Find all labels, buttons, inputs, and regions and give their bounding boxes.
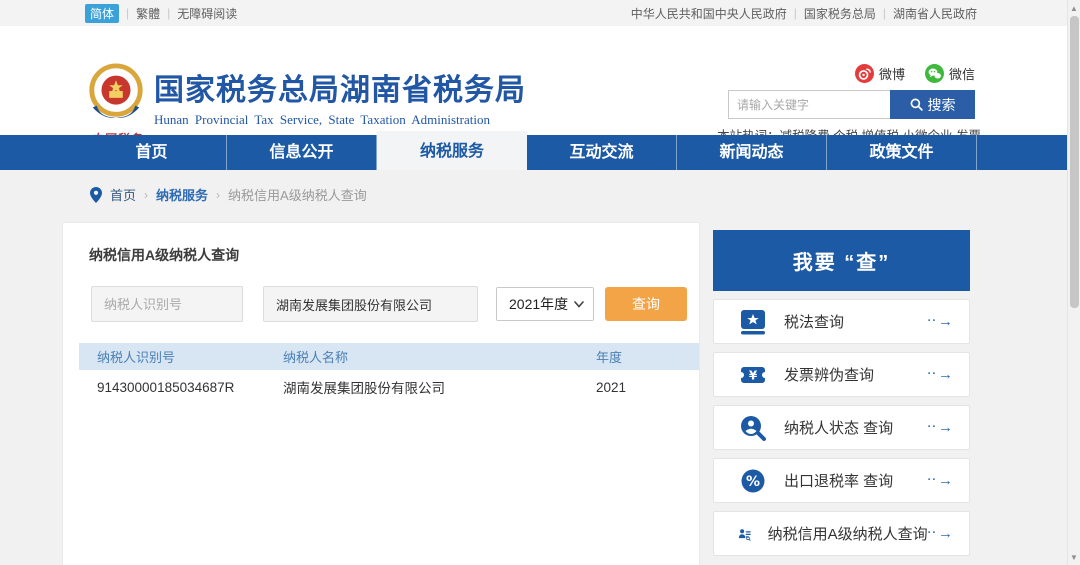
year-select-value: 2021年度 xyxy=(509,294,568,314)
scroll-up-arrow[interactable]: ▲ xyxy=(1068,1,1080,15)
export-rebate-percent-icon: % xyxy=(738,466,768,496)
divider: | xyxy=(883,6,886,20)
taxpayer-name-input[interactable] xyxy=(263,286,478,322)
header-taxpayer-name: 纳税人名称 xyxy=(283,347,596,366)
wechat-icon xyxy=(925,64,944,83)
page-scrollbar[interactable]: ▲ ▼ xyxy=(1067,0,1080,565)
panel-title: 纳税信用A级纳税人查询 xyxy=(89,245,239,265)
header-year: 年度 xyxy=(596,347,699,366)
search-icon xyxy=(910,98,923,111)
site-header: 中国税务 国家税务总局湖南省税务局 Hunan Provincial Tax S… xyxy=(0,26,1080,135)
credit-a-query-panel: 纳税信用A级纳税人查询 2021年度 查询 纳税人识别号 纳税人名称 年度 91… xyxy=(62,222,700,565)
cell-taxpayer-id: 91430000185034687R xyxy=(97,380,283,395)
wechat-link[interactable]: 微信 xyxy=(925,64,975,83)
breadcrumb-current: 纳税信用A级纳税人查询 xyxy=(228,185,367,204)
page: 简体 | 繁體 | 无障碍阅读 中华人民共和国中央人民政府 | 国家税务总局 |… xyxy=(0,0,1080,565)
taxpayer-status-search-icon xyxy=(738,413,768,443)
sidebar-item-label: 出口退税率 查询 xyxy=(784,470,893,491)
cell-year: 2021 xyxy=(596,380,699,395)
query-button[interactable]: 查询 xyxy=(605,287,687,321)
top-utility-bar: 简体 | 繁體 | 无障碍阅读 中华人民共和国中央人民政府 | 国家税务总局 |… xyxy=(0,0,1080,26)
svg-text:%: % xyxy=(746,474,760,490)
divider: | xyxy=(794,6,797,20)
year-select[interactable]: 2021年度 xyxy=(496,287,594,321)
content-area: 首页 › 纳税服务 › 纳税信用A级纳税人查询 纳税信用A级纳税人查询 2021… xyxy=(0,170,1080,565)
sidebar-item-taxpayer-status-query[interactable]: 纳税人状态 查询 ··→ xyxy=(713,405,970,450)
divider: | xyxy=(167,6,170,20)
breadcrumb-separator: › xyxy=(144,188,148,202)
gov-link-hunan-government[interactable]: 湖南省人民政府 xyxy=(893,5,977,22)
location-pin-icon xyxy=(90,187,102,203)
chevron-down-icon xyxy=(574,301,584,308)
header-taxpayer-id: 纳税人识别号 xyxy=(97,347,283,366)
weibo-link[interactable]: 微博 xyxy=(855,64,905,83)
breadcrumb: 首页 › 纳税服务 › 纳税信用A级纳税人查询 xyxy=(90,185,367,204)
breadcrumb-separator: › xyxy=(216,188,220,202)
sidebar-item-tax-law-query[interactable]: 税法查询 ··→ xyxy=(713,299,970,344)
arrow-right-icon: ··→ xyxy=(928,313,953,330)
site-title: 国家税务总局湖南省税务局 xyxy=(154,76,526,106)
breadcrumb-tax-service[interactable]: 纳税服务 xyxy=(156,185,208,204)
search-input[interactable] xyxy=(728,90,890,119)
accessibility-link[interactable]: 无障碍阅读 xyxy=(177,5,237,22)
table-row: 91430000185034687R 湖南发展集团股份有限公司 2021 xyxy=(79,370,699,404)
nav-item-news[interactable]: 新闻动态 xyxy=(677,135,827,170)
search-button-label: 搜索 xyxy=(928,95,956,115)
divider: | xyxy=(126,6,129,20)
lang-simplified-button[interactable]: 简体 xyxy=(85,4,119,23)
sidebar-item-invoice-verify-query[interactable]: ¥ 发票辨伪查询 ··→ xyxy=(713,352,970,397)
i-want-to-query-sidebar: 我要 “查” 税法查询 ··→ ¥ 发票辨伪查询 ··→ xyxy=(713,230,970,556)
wechat-label: 微信 xyxy=(949,64,975,83)
arrow-right-icon: ··→ xyxy=(928,525,953,542)
cell-taxpayer-name: 湖南发展集团股份有限公司 xyxy=(283,377,596,397)
nav-item-policy[interactable]: 政策文件 xyxy=(827,135,977,170)
taxpayer-id-input[interactable] xyxy=(91,286,243,322)
lang-traditional-button[interactable]: 繁體 xyxy=(136,5,160,22)
arrow-right-icon: ··→ xyxy=(928,472,953,489)
search-button[interactable]: 搜索 xyxy=(890,90,975,119)
site-subtitle: Hunan Provincial Tax Service, State Taxa… xyxy=(154,112,526,128)
tax-emblem-icon xyxy=(85,62,147,124)
table-header-row: 纳税人识别号 纳税人名称 年度 xyxy=(79,343,699,370)
scrollbar-thumb[interactable] xyxy=(1070,16,1079,308)
invoice-verify-icon: ¥ xyxy=(738,360,768,390)
sidebar-item-label: 税法查询 xyxy=(784,311,844,332)
credit-a-taxpayer-icon xyxy=(738,519,752,549)
nav-item-interaction[interactable]: 互动交流 xyxy=(527,135,677,170)
arrow-right-icon: ··→ xyxy=(928,419,953,436)
sidebar-item-credit-a-taxpayer-query[interactable]: 纳税信用A级纳税人查询 ··→ xyxy=(713,511,970,556)
arrow-right-icon: ··→ xyxy=(928,366,953,383)
main-navigation: 首页 信息公开 纳税服务 互动交流 新闻动态 政策文件 xyxy=(0,135,1080,170)
nav-item-tax-service[interactable]: 纳税服务 xyxy=(377,131,527,170)
results-table: 纳税人识别号 纳税人名称 年度 91430000185034687R 湖南发展集… xyxy=(79,343,699,404)
sidebar-item-export-rebate-query[interactable]: % 出口退税率 查询 ··→ xyxy=(713,458,970,503)
sidebar-item-label: 纳税信用A级纳税人查询 xyxy=(768,523,928,544)
nav-item-information[interactable]: 信息公开 xyxy=(227,135,377,170)
sidebar-item-label: 纳税人状态 查询 xyxy=(784,417,893,438)
gov-link-central-government[interactable]: 中华人民共和国中央人民政府 xyxy=(631,5,787,22)
site-search: 搜索 xyxy=(728,90,975,119)
tax-law-book-icon xyxy=(738,307,768,337)
scroll-down-arrow[interactable]: ▼ xyxy=(1068,550,1080,564)
sidebar-item-label: 发票辨伪查询 xyxy=(784,364,874,385)
breadcrumb-home[interactable]: 首页 xyxy=(110,185,136,204)
weibo-icon xyxy=(855,64,874,83)
nav-item-home[interactable]: 首页 xyxy=(77,135,227,170)
gov-link-state-taxation[interactable]: 国家税务总局 xyxy=(804,5,876,22)
svg-text:¥: ¥ xyxy=(749,368,758,382)
weibo-label: 微博 xyxy=(879,64,905,83)
sidebar-title: 我要 “查” xyxy=(713,230,970,291)
